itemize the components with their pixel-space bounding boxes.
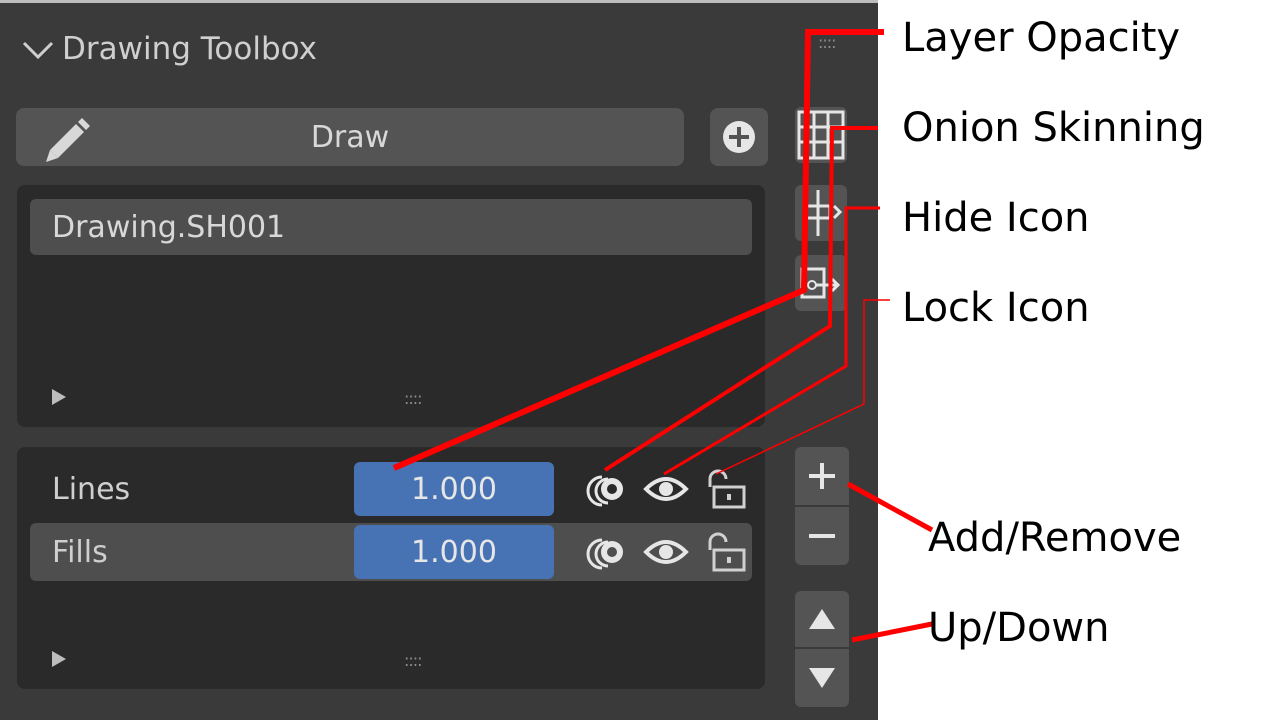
panel-header[interactable]: Drawing Toolbox	[18, 27, 317, 71]
grid-icon	[797, 110, 845, 160]
drawing-toolbox-panel: Drawing Toolbox :::: Draw Drawing.SH001 …	[0, 0, 878, 720]
list-resize-handle[interactable]: ::::	[404, 389, 423, 408]
align-button[interactable]	[795, 185, 847, 241]
onion-skin-icon[interactable]	[582, 467, 630, 511]
remove-layer-button[interactable]	[795, 507, 849, 565]
export-button[interactable]	[795, 255, 847, 311]
panel-title: Drawing Toolbox	[62, 31, 318, 67]
eye-icon[interactable]	[642, 530, 690, 574]
annotation-add-remove: Add/Remove	[928, 515, 1182, 561]
expand-arrow-icon[interactable]	[52, 651, 66, 667]
move-layer-up-button[interactable]	[795, 591, 849, 647]
annotation-hide-icon: Hide Icon	[902, 195, 1090, 241]
layer-row[interactable]: Fills 1.000	[30, 523, 752, 581]
triangle-down-icon	[809, 668, 835, 688]
align-icon	[804, 190, 843, 236]
layer-name: Lines	[52, 471, 131, 507]
add-layer-button[interactable]	[795, 447, 849, 505]
move-layer-down-button[interactable]	[795, 649, 849, 707]
object-list-item[interactable]: Drawing.SH001	[30, 199, 752, 255]
list-resize-handle[interactable]: ::::	[404, 651, 423, 670]
export-icon	[800, 267, 841, 299]
draw-tool-button[interactable]: Draw	[16, 108, 684, 166]
annotation-up-down: Up/Down	[928, 605, 1110, 651]
unlock-icon[interactable]	[702, 530, 750, 574]
layer-row[interactable]: Lines 1.000	[30, 460, 752, 518]
annotation-layer-opacity: Layer Opacity	[902, 15, 1181, 61]
pencil-icon	[46, 118, 90, 162]
minus-icon	[809, 534, 835, 538]
onion-skin-icon[interactable]	[582, 530, 630, 574]
plus-icon	[809, 463, 835, 489]
eye-icon[interactable]	[642, 467, 690, 511]
draw-tool-label: Draw	[310, 119, 390, 155]
layer-opacity-field[interactable]: 1.000	[354, 462, 554, 516]
annotation-lock-icon: Lock Icon	[902, 285, 1090, 331]
grid-view-button[interactable]	[795, 107, 847, 163]
plus-circle-icon	[723, 121, 755, 153]
drag-handle[interactable]: ::::	[818, 33, 837, 52]
layer-opacity-field[interactable]: 1.000	[354, 525, 554, 579]
unlock-icon[interactable]	[702, 467, 750, 511]
triangle-up-icon	[809, 609, 835, 629]
add-tool-button[interactable]	[710, 108, 768, 166]
layer-name: Fills	[52, 534, 108, 570]
expand-arrow-icon[interactable]	[52, 389, 66, 405]
annotation-onion-skinning: Onion Skinning	[902, 105, 1205, 151]
chevron-down-icon	[22, 41, 54, 60]
